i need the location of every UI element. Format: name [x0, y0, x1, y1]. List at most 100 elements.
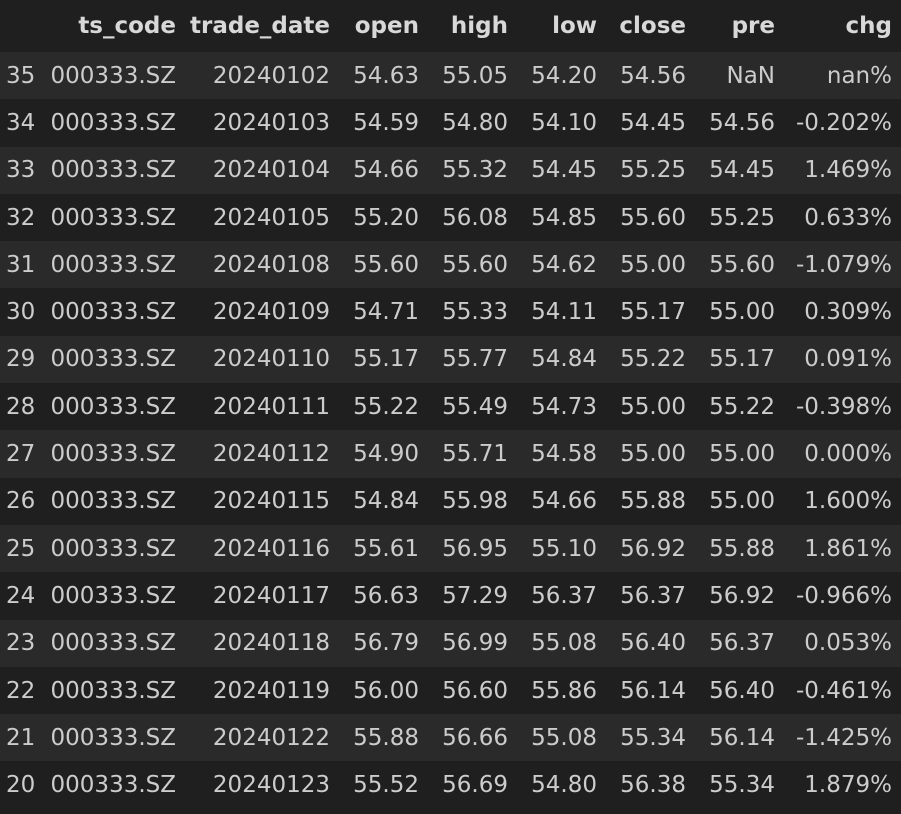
table-row: 27 000333.SZ 20240112 54.90 55.71 54.58 55.00 5…	[0, 430, 901, 478]
high-cell: 56.66	[428, 714, 517, 762]
pre-cell: 55.25	[695, 193, 784, 242]
chg-cell: -0.966%	[784, 572, 901, 620]
open-cell: 55.60	[339, 241, 428, 289]
trade-date-cell: 20240103	[185, 99, 339, 147]
close-cell: 54.45	[606, 99, 695, 147]
close-cell: 56.37	[606, 572, 695, 620]
open-cell: 55.20	[339, 193, 428, 242]
high-cell: 55.32	[428, 146, 517, 194]
pre-cell: 55.00	[695, 430, 784, 478]
high-cell: 55.71	[428, 430, 517, 478]
index-cell: 26	[0, 477, 48, 525]
pre-cell: 55.34	[695, 761, 784, 809]
low-cell: 54.11	[517, 288, 606, 336]
high-cell: 56.60	[428, 666, 517, 715]
chg-cell: 1.469%	[784, 146, 901, 194]
pre-cell: 55.00	[695, 477, 784, 525]
high-cell: 55.77	[428, 335, 517, 384]
open-cell: 54.90	[339, 430, 428, 478]
ts-code-cell: 000333.SZ	[48, 288, 185, 336]
open-cell: 56.00	[339, 666, 428, 715]
low-cell: 54.85	[517, 193, 606, 242]
table-row: 22 000333.SZ 20240119 56.00 56.60 55.86 56.14 5…	[0, 666, 901, 715]
pre-cell: 56.92	[695, 572, 784, 620]
column-header-pre: pre	[695, 0, 784, 52]
low-cell: 54.20	[517, 52, 606, 100]
low-cell: 55.08	[517, 714, 606, 762]
table-row: 35 000333.SZ 20240102 54.63 55.05 54.20 54.56 N…	[0, 52, 901, 100]
chg-cell: 0.633%	[784, 193, 901, 242]
ts-code-cell: 000333.SZ	[48, 619, 185, 667]
table-row: 30 000333.SZ 20240109 54.71 55.33 54.11 55.17 5…	[0, 288, 901, 336]
open-cell: 55.52	[339, 761, 428, 809]
ts-code-cell: 000333.SZ	[48, 335, 185, 384]
high-cell: 57.29	[428, 572, 517, 620]
pre-cell: 55.22	[695, 383, 784, 431]
low-cell: 55.08	[517, 619, 606, 667]
low-cell: 55.86	[517, 666, 606, 715]
ts-code-cell: 000333.SZ	[48, 572, 185, 620]
index-cell: 30	[0, 288, 48, 336]
pre-cell: 55.88	[695, 524, 784, 573]
pre-cell: 56.40	[695, 666, 784, 715]
trade-date-cell: 20240116	[185, 524, 339, 573]
low-cell: 54.80	[517, 761, 606, 809]
close-cell: 55.88	[606, 477, 695, 525]
ts-code-cell: 000333.SZ	[48, 99, 185, 147]
ts-code-cell: 000333.SZ	[48, 241, 185, 289]
ts-code-cell: 000333.SZ	[48, 383, 185, 431]
chg-cell: 0.000%	[784, 430, 901, 478]
high-cell: 55.05	[428, 52, 517, 100]
open-cell: 55.22	[339, 383, 428, 431]
table-row: 28 000333.SZ 20240111 55.22 55.49 54.73 55.00 5…	[0, 383, 901, 431]
header-row: ts_code trade_date open high low close p…	[0, 0, 901, 52]
pre-cell: 56.14	[695, 714, 784, 762]
ts-code-cell: 000333.SZ	[48, 524, 185, 573]
index-cell: 35	[0, 52, 48, 100]
high-cell: 56.69	[428, 761, 517, 809]
table-row: 33 000333.SZ 20240104 54.66 55.32 54.45 55.25 5…	[0, 146, 901, 194]
close-cell: 56.40	[606, 619, 695, 667]
close-cell: 55.34	[606, 714, 695, 762]
index-cell: 28	[0, 383, 48, 431]
table-row: 26 000333.SZ 20240115 54.84 55.98 54.66 55.88 5…	[0, 477, 901, 525]
trade-date-cell: 20240117	[185, 572, 339, 620]
table-row: 21 000333.SZ 20240122 55.88 56.66 55.08 55.34 5…	[0, 714, 901, 762]
close-cell: 55.00	[606, 430, 695, 478]
index-cell: 33	[0, 146, 48, 194]
index-cell: 24	[0, 572, 48, 620]
low-cell: 54.45	[517, 146, 606, 194]
table-row: 24 000333.SZ 20240117 56.63 57.29 56.37 56.37 5…	[0, 572, 901, 620]
open-cell: 56.63	[339, 572, 428, 620]
open-cell: 54.63	[339, 52, 428, 100]
trade-date-cell: 20240102	[185, 52, 339, 100]
column-header-close: close	[606, 0, 695, 52]
ts-code-cell: 000333.SZ	[48, 193, 185, 242]
chg-cell: 1.861%	[784, 524, 901, 573]
open-cell: 55.17	[339, 335, 428, 384]
open-cell: 54.66	[339, 146, 428, 194]
ts-code-cell: 000333.SZ	[48, 52, 185, 100]
ts-code-cell: 000333.SZ	[48, 714, 185, 762]
column-header-high: high	[428, 0, 517, 52]
open-cell: 54.59	[339, 99, 428, 147]
index-header	[0, 0, 48, 52]
open-cell: 55.88	[339, 714, 428, 762]
column-header-low: low	[517, 0, 606, 52]
table-row: 23 000333.SZ 20240118 56.79 56.99 55.08 56.40 5…	[0, 619, 901, 667]
open-cell: 54.84	[339, 477, 428, 525]
low-cell: 54.10	[517, 99, 606, 147]
pre-cell: 54.56	[695, 99, 784, 147]
chg-cell: nan%	[784, 52, 901, 100]
close-cell: 55.60	[606, 193, 695, 242]
close-cell: 54.56	[606, 52, 695, 100]
index-cell: 22	[0, 666, 48, 715]
index-cell: 32	[0, 193, 48, 242]
trade-date-cell: 20240109	[185, 288, 339, 336]
index-cell: 21	[0, 714, 48, 762]
table-row: 32 000333.SZ 20240105 55.20 56.08 54.85 55.60 5…	[0, 193, 901, 242]
high-cell: 56.99	[428, 619, 517, 667]
pre-cell: 54.45	[695, 146, 784, 194]
close-cell: 56.92	[606, 524, 695, 573]
low-cell: 54.84	[517, 335, 606, 384]
